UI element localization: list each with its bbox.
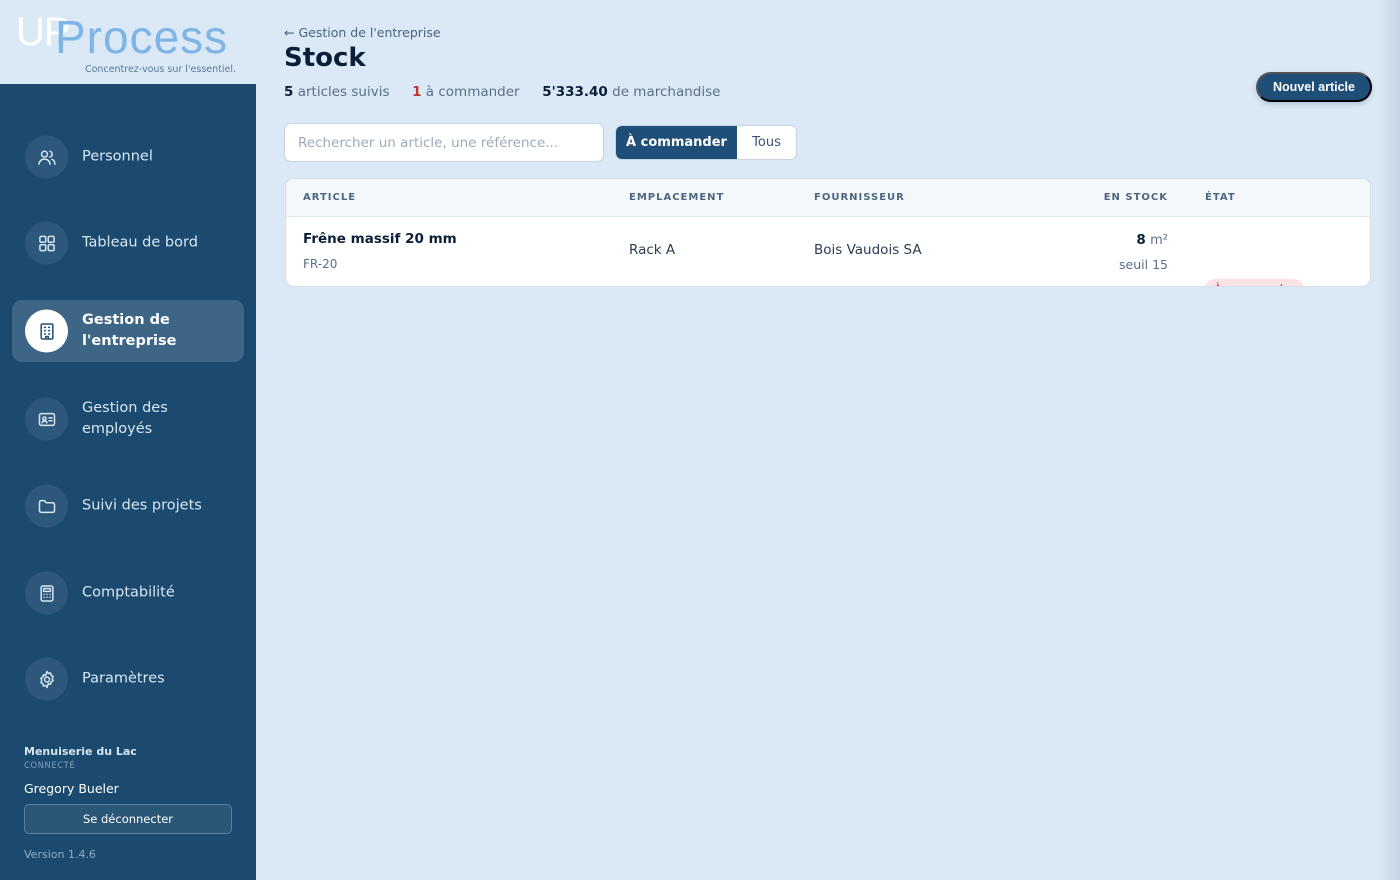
sidebar: UP Process Concentrez-vous sur l'essenti… (0, 0, 256, 880)
back-link[interactable]: ← Gestion de l'entreprise (284, 25, 441, 40)
building-icon (25, 309, 68, 353)
users-icon (25, 135, 68, 179)
connection-status: CONNECTÉ (24, 761, 76, 771)
sidebar-item-label: Paramètres (82, 670, 165, 687)
app-version: Version 1.4.6 (24, 848, 96, 861)
column-header-status[interactable]: ÉTAT (1205, 192, 1236, 203)
logo-tagline: Concentrez-vous sur l'essentiel. (84, 64, 236, 75)
sidebar-item-label: Comptabilité (82, 584, 175, 601)
stock-stats: 5 articles suivis 1 à commander 5'333.40… (284, 84, 720, 100)
page-title: Stock (284, 43, 366, 73)
article-location: Rack A (629, 242, 676, 258)
window-edge-shadow (1378, 0, 1400, 880)
user-name: Gregory Bueler (24, 781, 119, 796)
tracked-label: articles suivis (297, 84, 390, 100)
article-supplier: Bois Vaudois SA (814, 242, 922, 258)
company-name: Menuiserie du Lac (24, 745, 137, 758)
sidebar-item-label: Personnel (82, 148, 153, 165)
sidebar-item-employees[interactable]: Gestion des employés (12, 388, 244, 450)
stock-quantity: 8 m² (1136, 232, 1168, 248)
sidebar-item-dashboard[interactable]: Tableau de bord (12, 212, 244, 274)
table-row[interactable]: Frêne massif 20 mm FR-20 Rack A Bois Vau… (286, 217, 1370, 286)
article-name: Frêne massif 20 mm (303, 231, 457, 247)
stock-value-label: de marchandise (612, 84, 721, 100)
status-filter-toggle: À commander Tous (615, 125, 797, 160)
table-header: ARTICLE EMPLACEMENT FOURNISSEUR EN STOCK… (286, 179, 1370, 217)
filter-all-button[interactable]: Tous (737, 126, 796, 159)
search-input[interactable] (284, 123, 604, 162)
article-ref: FR-20 (303, 257, 338, 271)
stock-value: 5'333.40 (542, 84, 608, 100)
logout-button[interactable]: Se déconnecter (24, 804, 232, 834)
sidebar-item-settings[interactable]: Paramètres (12, 648, 244, 710)
column-header-supplier[interactable]: FOURNISSEUR (814, 192, 905, 203)
stock-unit: m² (1150, 233, 1168, 248)
new-article-button[interactable]: Nouvel article (1256, 72, 1372, 102)
logo[interactable]: UP Process Concentrez-vous sur l'essenti… (0, 0, 256, 84)
filter-to-order-button[interactable]: À commander (616, 126, 737, 159)
sidebar-item-label: Gestion de l'entreprise (82, 312, 177, 349)
status-badge: À commander (1205, 279, 1304, 286)
stock-qty-value: 8 (1136, 232, 1146, 248)
stock-table: ARTICLE EMPLACEMENT FOURNISSEUR EN STOCK… (285, 178, 1371, 287)
grid-icon (25, 221, 68, 265)
logo-process-text: Process (55, 11, 229, 63)
id-card-icon (25, 397, 68, 441)
column-header-article[interactable]: ARTICLE (303, 192, 356, 203)
stock-threshold: seuil 15 (1119, 257, 1168, 272)
sidebar-item-company[interactable]: Gestion de l'entreprise (12, 300, 244, 362)
column-header-location[interactable]: EMPLACEMENT (629, 192, 724, 203)
sidebar-item-accounting[interactable]: Comptabilité (12, 562, 244, 624)
gear-icon (25, 657, 68, 701)
column-header-stock[interactable]: EN STOCK (1104, 192, 1168, 203)
sidebar-item-label: Gestion des employés (82, 400, 168, 437)
tracked-count: 5 (284, 84, 294, 100)
calculator-icon (25, 571, 68, 615)
sidebar-item-label: Suivi des projets (82, 497, 202, 514)
sidebar-item-projects[interactable]: Suivi des projets (12, 475, 244, 537)
sidebar-item-personnel[interactable]: Personnel (12, 126, 244, 188)
to-order-count: 1 (412, 84, 422, 100)
to-order-label: à commander (425, 84, 520, 100)
folder-icon (25, 484, 68, 528)
sidebar-item-label: Tableau de bord (82, 234, 198, 251)
